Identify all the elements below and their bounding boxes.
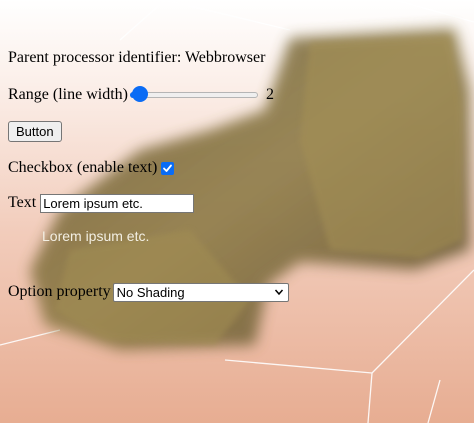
processor-identifier-text: Parent processor identifier: Webbrowser: [8, 49, 266, 66]
text-field[interactable]: Lorem ipsum etc.: [40, 193, 195, 213]
enable-text-checkbox[interactable]: [161, 161, 175, 175]
shading-select-value: No Shading: [116, 284, 185, 300]
chevron-down-icon: [274, 289, 283, 295]
range-label: Range (line width): [8, 86, 128, 103]
checkbox-row: Checkbox (enable text): [8, 158, 175, 178]
shading-select[interactable]: No Shading: [112, 282, 289, 302]
checkbox-label: Checkbox (enable text): [8, 159, 158, 176]
range-row: Range (line width) 2: [8, 85, 274, 105]
control-panel: Parent processor identifier: Webbrowser …: [0, 0, 474, 423]
checkmark-icon: [163, 164, 173, 172]
rendered-text: Lorem ipsum etc.: [42, 228, 150, 244]
text-echo: Lorem ipsum etc.: [42, 226, 149, 247]
option-label: Option property: [8, 283, 111, 300]
action-button[interactable]: Button: [8, 121, 62, 142]
processor-identifier: Parent processor identifier: Webbrowser: [8, 48, 265, 68]
slider-track: [129, 92, 258, 98]
range-value: 2: [265, 86, 274, 103]
slider-thumb[interactable]: [131, 86, 148, 102]
text-row: Text Lorem ipsum etc.: [8, 193, 195, 213]
line-width-slider[interactable]: [129, 85, 258, 105]
button-row: Button: [8, 121, 62, 142]
option-row: Option property No Shading: [8, 282, 289, 302]
text-label: Text: [8, 194, 37, 211]
